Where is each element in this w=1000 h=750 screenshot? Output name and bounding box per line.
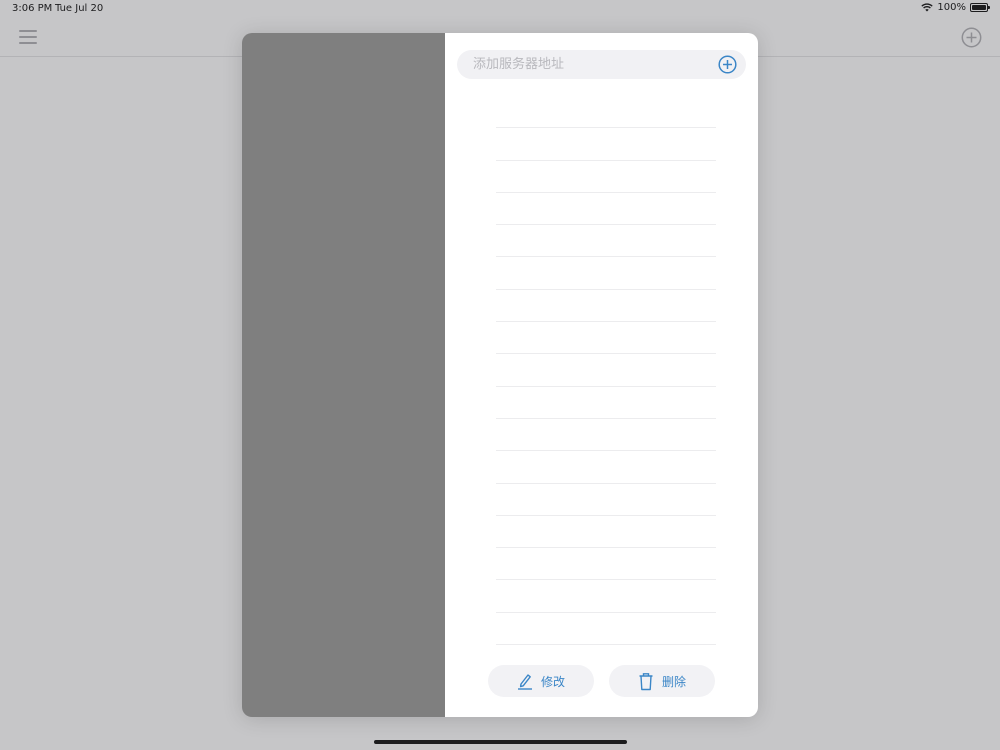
- modal-right-panel: 修改 删除: [445, 33, 758, 717]
- pencil-icon: [517, 674, 532, 690]
- edit-button[interactable]: 修改: [488, 665, 594, 697]
- list-item[interactable]: [496, 516, 716, 549]
- modal-actions: 修改 删除: [445, 665, 758, 697]
- list-item[interactable]: [496, 96, 716, 129]
- status-time: 3:06 PM: [12, 3, 53, 14]
- add-server-icon[interactable]: [718, 55, 737, 74]
- list-item[interactable]: [496, 451, 716, 484]
- server-address-bar: [457, 50, 746, 79]
- server-modal: 修改 删除: [242, 33, 758, 717]
- delete-button-label: 删除: [661, 674, 686, 689]
- list-item[interactable]: [496, 419, 716, 452]
- list-item[interactable]: [496, 128, 716, 161]
- list-item[interactable]: [496, 484, 716, 516]
- screen: 3:06 PM Tue Jul 20 100% 添加服务器地址 修改 删除: [0, 0, 1000, 750]
- list-item[interactable]: [496, 387, 716, 419]
- menu-line: [19, 36, 37, 38]
- menu-line: [19, 42, 37, 44]
- server-address-input[interactable]: [473, 50, 713, 79]
- list-item[interactable]: [496, 322, 716, 355]
- list-item[interactable]: [496, 354, 716, 387]
- menu-line: [19, 30, 37, 32]
- list-item[interactable]: [496, 161, 716, 193]
- server-list: [496, 96, 716, 646]
- modal-left-panel: [242, 33, 445, 717]
- status-right: 100%: [921, 2, 990, 13]
- battery-fill: [972, 5, 986, 10]
- list-item[interactable]: [496, 613, 716, 646]
- list-item[interactable]: [496, 193, 716, 226]
- list-item[interactable]: [496, 290, 716, 323]
- trash-icon: [639, 672, 653, 690]
- delete-button[interactable]: 删除: [609, 665, 715, 697]
- status-bar: 3:06 PM Tue Jul 20 100%: [0, 0, 1000, 18]
- list-item[interactable]: [496, 257, 716, 290]
- battery-percent: 100%: [937, 2, 966, 13]
- list-item[interactable]: [496, 225, 716, 258]
- hamburger-menu-icon[interactable]: [19, 30, 37, 44]
- wifi-icon: [921, 3, 934, 12]
- list-item[interactable]: [496, 580, 716, 613]
- home-indicator[interactable]: [374, 740, 627, 744]
- plus-circle-icon[interactable]: [961, 27, 982, 48]
- battery-icon: [970, 3, 990, 12]
- edit-button-label: 修改: [540, 674, 565, 689]
- list-item[interactable]: [496, 548, 716, 581]
- status-date: Tue Jul 20: [55, 3, 104, 14]
